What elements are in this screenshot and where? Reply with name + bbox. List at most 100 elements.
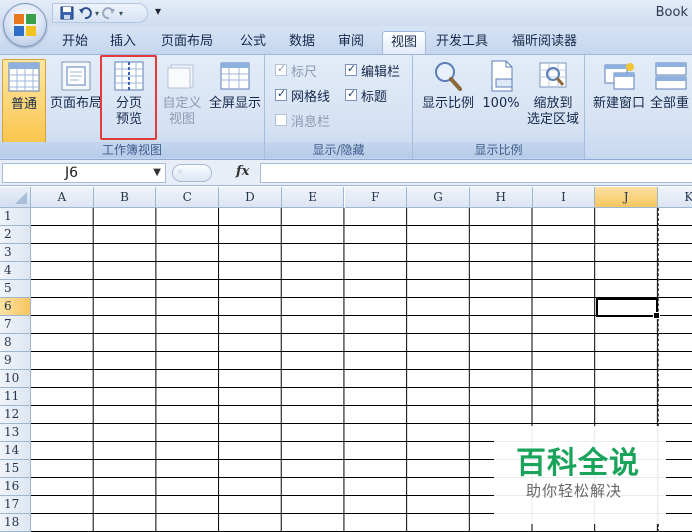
- column-header-d[interactable]: D: [219, 187, 282, 208]
- column-header-j[interactable]: J: [595, 187, 658, 208]
- row-header-4[interactable]: 4: [0, 262, 31, 280]
- row-header-18[interactable]: 18: [0, 514, 31, 532]
- select-all-corner[interactable]: [0, 187, 31, 208]
- zoom-100-button[interactable]: 100%: [479, 59, 523, 112]
- zoom-100-label: 100%: [482, 96, 520, 111]
- name-box[interactable]: J6 ▼: [2, 163, 166, 183]
- arrange-all-icon: [655, 62, 687, 90]
- tab-page-layout[interactable]: 页面布局: [157, 31, 217, 54]
- row-header-5[interactable]: 5: [0, 280, 31, 298]
- tab-developer[interactable]: 开发工具: [432, 31, 492, 54]
- group-label-workbook-views: 工作簿视图: [0, 142, 264, 158]
- row-header-6[interactable]: 6: [0, 298, 31, 316]
- office-button[interactable]: [3, 3, 47, 47]
- group-label-zoom: 显示比例: [413, 142, 584, 158]
- tab-home[interactable]: 开始: [58, 31, 92, 54]
- row-header-2[interactable]: 2: [0, 226, 31, 244]
- tab-view[interactable]: 视图: [382, 31, 426, 54]
- message-bar-check-box: [275, 114, 287, 126]
- formula-input[interactable]: [260, 163, 692, 183]
- row-header-11[interactable]: 11: [0, 388, 31, 406]
- row-header-13[interactable]: 13: [0, 424, 31, 442]
- undo-dropdown-icon[interactable]: ▾: [95, 9, 99, 18]
- column-header-h[interactable]: H: [469, 187, 533, 208]
- column-header-i[interactable]: I: [532, 187, 596, 208]
- row-header-16[interactable]: 16: [0, 478, 31, 496]
- zoom-to-selection-label-1: 缩放到: [533, 96, 573, 111]
- message-bar-checkbox[interactable]: 消息栏: [275, 111, 331, 130]
- new-window-button[interactable]: 新建窗口: [588, 59, 650, 112]
- column-header-f[interactable]: F: [344, 187, 408, 208]
- name-box-dropdown-icon[interactable]: ▼: [153, 164, 161, 182]
- custom-views-label-2: 视图: [168, 112, 195, 127]
- zoom-label: 显示比例: [421, 96, 474, 111]
- normal-view-icon: [8, 62, 40, 92]
- row-header-9[interactable]: 9: [0, 352, 31, 370]
- zoom-100-icon: [491, 60, 513, 92]
- undo-icon[interactable]: [77, 5, 93, 21]
- zoom-button[interactable]: 显示比例: [417, 59, 479, 112]
- title-bar: ▾ ▾ ▾ Book: [0, 0, 692, 26]
- custom-views-button[interactable]: 自定义 视图: [158, 59, 206, 128]
- group-show-hide: 标尺 编辑栏 网格线 标题 消息栏 显示/隐藏: [265, 55, 413, 159]
- formula-bar: J6 ▼ ◦ fx: [0, 160, 692, 186]
- column-header-k[interactable]: K: [658, 187, 692, 208]
- watermark: 百科全说 助你轻松解决: [494, 426, 666, 524]
- tab-review[interactable]: 审阅: [334, 31, 368, 54]
- row-header-8[interactable]: 8: [0, 334, 31, 352]
- formula-buttons: ◦ fx: [168, 163, 258, 183]
- new-window-icon: [604, 63, 635, 90]
- active-cell[interactable]: [596, 298, 660, 319]
- formula-bar-label: 编辑栏: [361, 64, 401, 80]
- page-layout-view-button[interactable]: 页面布局: [48, 59, 104, 112]
- insert-function-button[interactable]: fx: [236, 164, 249, 179]
- ruler-checkbox[interactable]: 标尺: [275, 61, 317, 80]
- column-header-e[interactable]: E: [281, 187, 345, 208]
- formula-bar-checkbox[interactable]: 编辑栏: [345, 61, 401, 80]
- page-layout-view-icon: [61, 61, 91, 91]
- headings-label: 标题: [361, 89, 388, 105]
- normal-view-button[interactable]: 普通: [2, 59, 46, 143]
- arrange-all-label: 全部重: [650, 96, 690, 111]
- redo-icon[interactable]: [101, 5, 117, 21]
- arrange-all-button[interactable]: 全部重: [650, 59, 692, 112]
- quick-access-toolbar: ▾ ▾: [52, 3, 148, 23]
- row-header-17[interactable]: 17: [0, 496, 31, 514]
- ribbon-tabs: 开始 插入 页面布局 公式 数据 审阅 视图 开发工具 福昕阅读器: [0, 26, 692, 54]
- gridlines-checkbox[interactable]: 网格线: [275, 86, 331, 105]
- row-header-10[interactable]: 10: [0, 370, 31, 388]
- message-bar-label: 消息栏: [291, 114, 331, 130]
- formula-cancel-icon[interactable]: ◦: [172, 164, 212, 182]
- save-icon[interactable]: [59, 5, 75, 21]
- tab-formulas[interactable]: 公式: [236, 31, 270, 54]
- customize-qat-icon[interactable]: ▾: [151, 4, 165, 22]
- row-header-1[interactable]: 1: [0, 208, 31, 226]
- zoom-to-selection-label-2: 选定区域: [526, 112, 579, 127]
- row-header-12[interactable]: 12: [0, 406, 31, 424]
- column-header-g[interactable]: G: [407, 187, 470, 208]
- gridlines-label: 网格线: [291, 89, 331, 105]
- page-layout-view-label: 页面布局: [49, 96, 102, 111]
- row-header-15[interactable]: 15: [0, 460, 31, 478]
- headings-check-box: [345, 87, 357, 101]
- row-header-7[interactable]: 7: [0, 316, 31, 334]
- full-screen-button[interactable]: 全屏显示: [206, 59, 264, 112]
- office-logo-icon: [14, 14, 36, 36]
- headings-checkbox[interactable]: 标题: [345, 86, 388, 105]
- formula-bar-check-box: [345, 62, 357, 76]
- tab-insert[interactable]: 插入: [106, 31, 140, 54]
- ruler-check-box: [275, 62, 287, 76]
- redo-dropdown-icon[interactable]: ▾: [119, 9, 123, 18]
- column-header-a[interactable]: A: [31, 187, 94, 208]
- column-header-c[interactable]: C: [156, 187, 220, 208]
- row-header-3[interactable]: 3: [0, 244, 31, 262]
- zoom-to-selection-button[interactable]: 缩放到 选定区域: [523, 59, 583, 128]
- new-window-label: 新建窗口: [592, 96, 645, 111]
- row-header-14[interactable]: 14: [0, 442, 31, 460]
- tab-data[interactable]: 数据: [285, 31, 319, 54]
- watermark-title: 百科全说: [516, 446, 640, 481]
- column-header-b[interactable]: B: [93, 187, 157, 208]
- tab-foxit-reader[interactable]: 福昕阅读器: [508, 31, 581, 54]
- name-box-value: J6: [65, 165, 79, 181]
- custom-views-icon: [167, 64, 194, 89]
